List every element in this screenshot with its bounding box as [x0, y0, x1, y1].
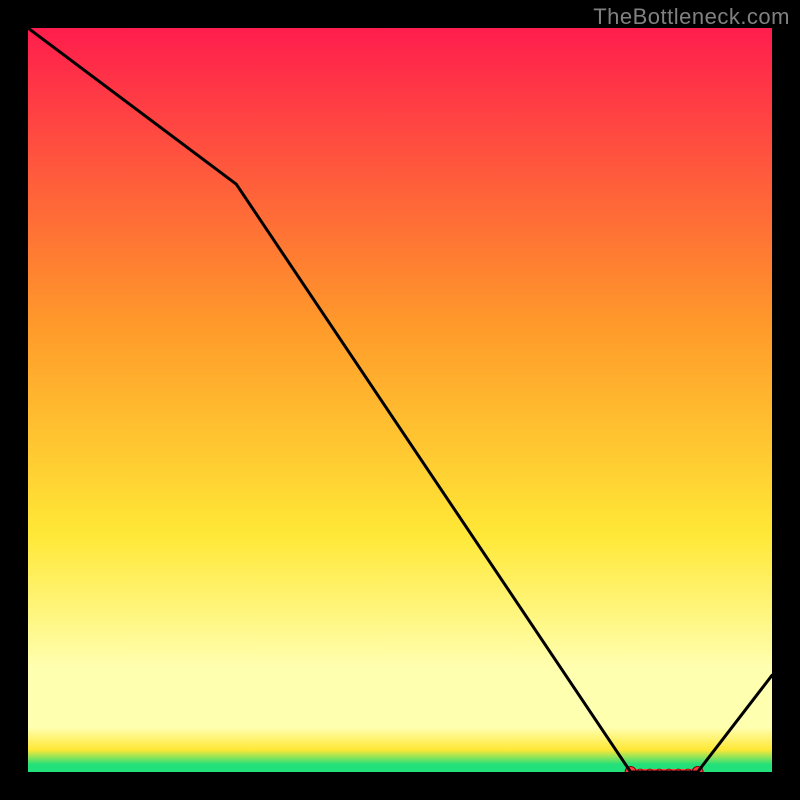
gradient-background: [28, 28, 772, 772]
chart-svg: [28, 28, 772, 772]
attribution-text: TheBottleneck.com: [593, 4, 790, 30]
plot-area: [28, 28, 772, 772]
chart-stage: TheBottleneck.com: [0, 0, 800, 800]
